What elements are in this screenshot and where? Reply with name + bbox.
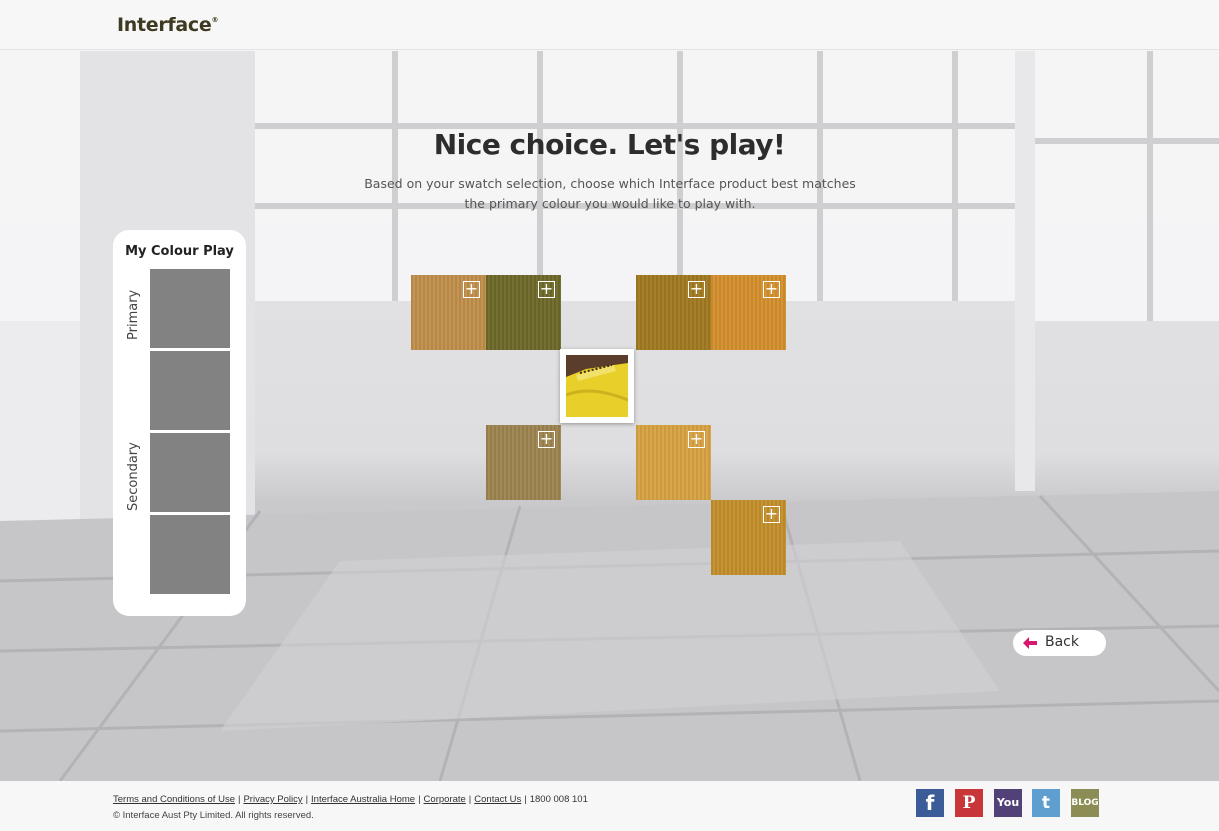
secondary-slot-1[interactable] <box>150 433 230 512</box>
terms-link[interactable]: Terms and Conditions of Use <box>113 794 235 805</box>
youtube-icon[interactable]: You <box>994 789 1022 817</box>
primary-label: Primary <box>126 289 141 340</box>
australia-home-link[interactable]: Interface Australia Home <box>311 794 415 805</box>
phone-number: 1800 008 101 <box>529 794 588 805</box>
site-footer: Terms and Conditions of Use | Privacy Poli… <box>0 781 1219 831</box>
secondary-label: Secondary <box>126 442 141 511</box>
add-swatch-icon[interactable]: + <box>538 281 555 298</box>
copyright: © Interface Aust Pty Limited. All rights… <box>113 810 314 821</box>
swatch-tile[interactable]: + <box>711 500 786 575</box>
blog-icon[interactable]: BLOG <box>1071 789 1099 817</box>
add-swatch-icon[interactable]: + <box>538 431 555 448</box>
my-colour-play-panel: My Colour Play Primary Secondary <box>113 230 246 616</box>
add-swatch-icon[interactable]: + <box>463 281 480 298</box>
corporate-link[interactable]: Corporate <box>424 794 466 805</box>
swatch-tile[interactable]: + <box>711 275 786 350</box>
facebook-icon[interactable]: f <box>916 789 944 817</box>
primary-slot-1[interactable] <box>150 269 230 348</box>
back-button[interactable]: Back <box>1013 630 1106 656</box>
footer-links: Terms and Conditions of Use | Privacy Poli… <box>113 794 588 805</box>
swatch-tile[interactable]: + <box>636 275 711 350</box>
interface-logo[interactable]: Interface® <box>117 14 218 36</box>
swatch-tile[interactable]: + <box>411 275 486 350</box>
swatch-tile[interactable]: + <box>486 275 561 350</box>
add-swatch-icon[interactable]: + <box>763 506 780 523</box>
add-swatch-icon[interactable]: + <box>688 431 705 448</box>
page-subtitle: Based on your swatch selection, choose w… <box>364 176 856 211</box>
privacy-link[interactable]: Privacy Policy <box>243 794 302 805</box>
panel-title: My Colour Play <box>125 244 234 259</box>
pinterest-icon[interactable]: P <box>955 789 983 817</box>
selected-swatch-photo <box>560 349 634 423</box>
add-swatch-icon[interactable]: + <box>688 281 705 298</box>
add-swatch-icon[interactable]: + <box>763 281 780 298</box>
yellow-cushion-image <box>566 355 628 417</box>
twitter-icon[interactable]: t <box>1032 789 1060 817</box>
swatch-tile[interactable]: + <box>486 425 561 500</box>
swatch-tile[interactable]: + <box>636 425 711 500</box>
back-label: Back <box>1045 634 1079 650</box>
primary-slot-2[interactable] <box>150 351 230 430</box>
secondary-slot-2[interactable] <box>150 515 230 594</box>
back-arrow-icon <box>1023 637 1037 649</box>
site-header: Interface® <box>0 0 1219 50</box>
contact-link[interactable]: Contact Us <box>474 794 521 805</box>
page-title: Nice choice. Let's play! <box>433 128 786 161</box>
